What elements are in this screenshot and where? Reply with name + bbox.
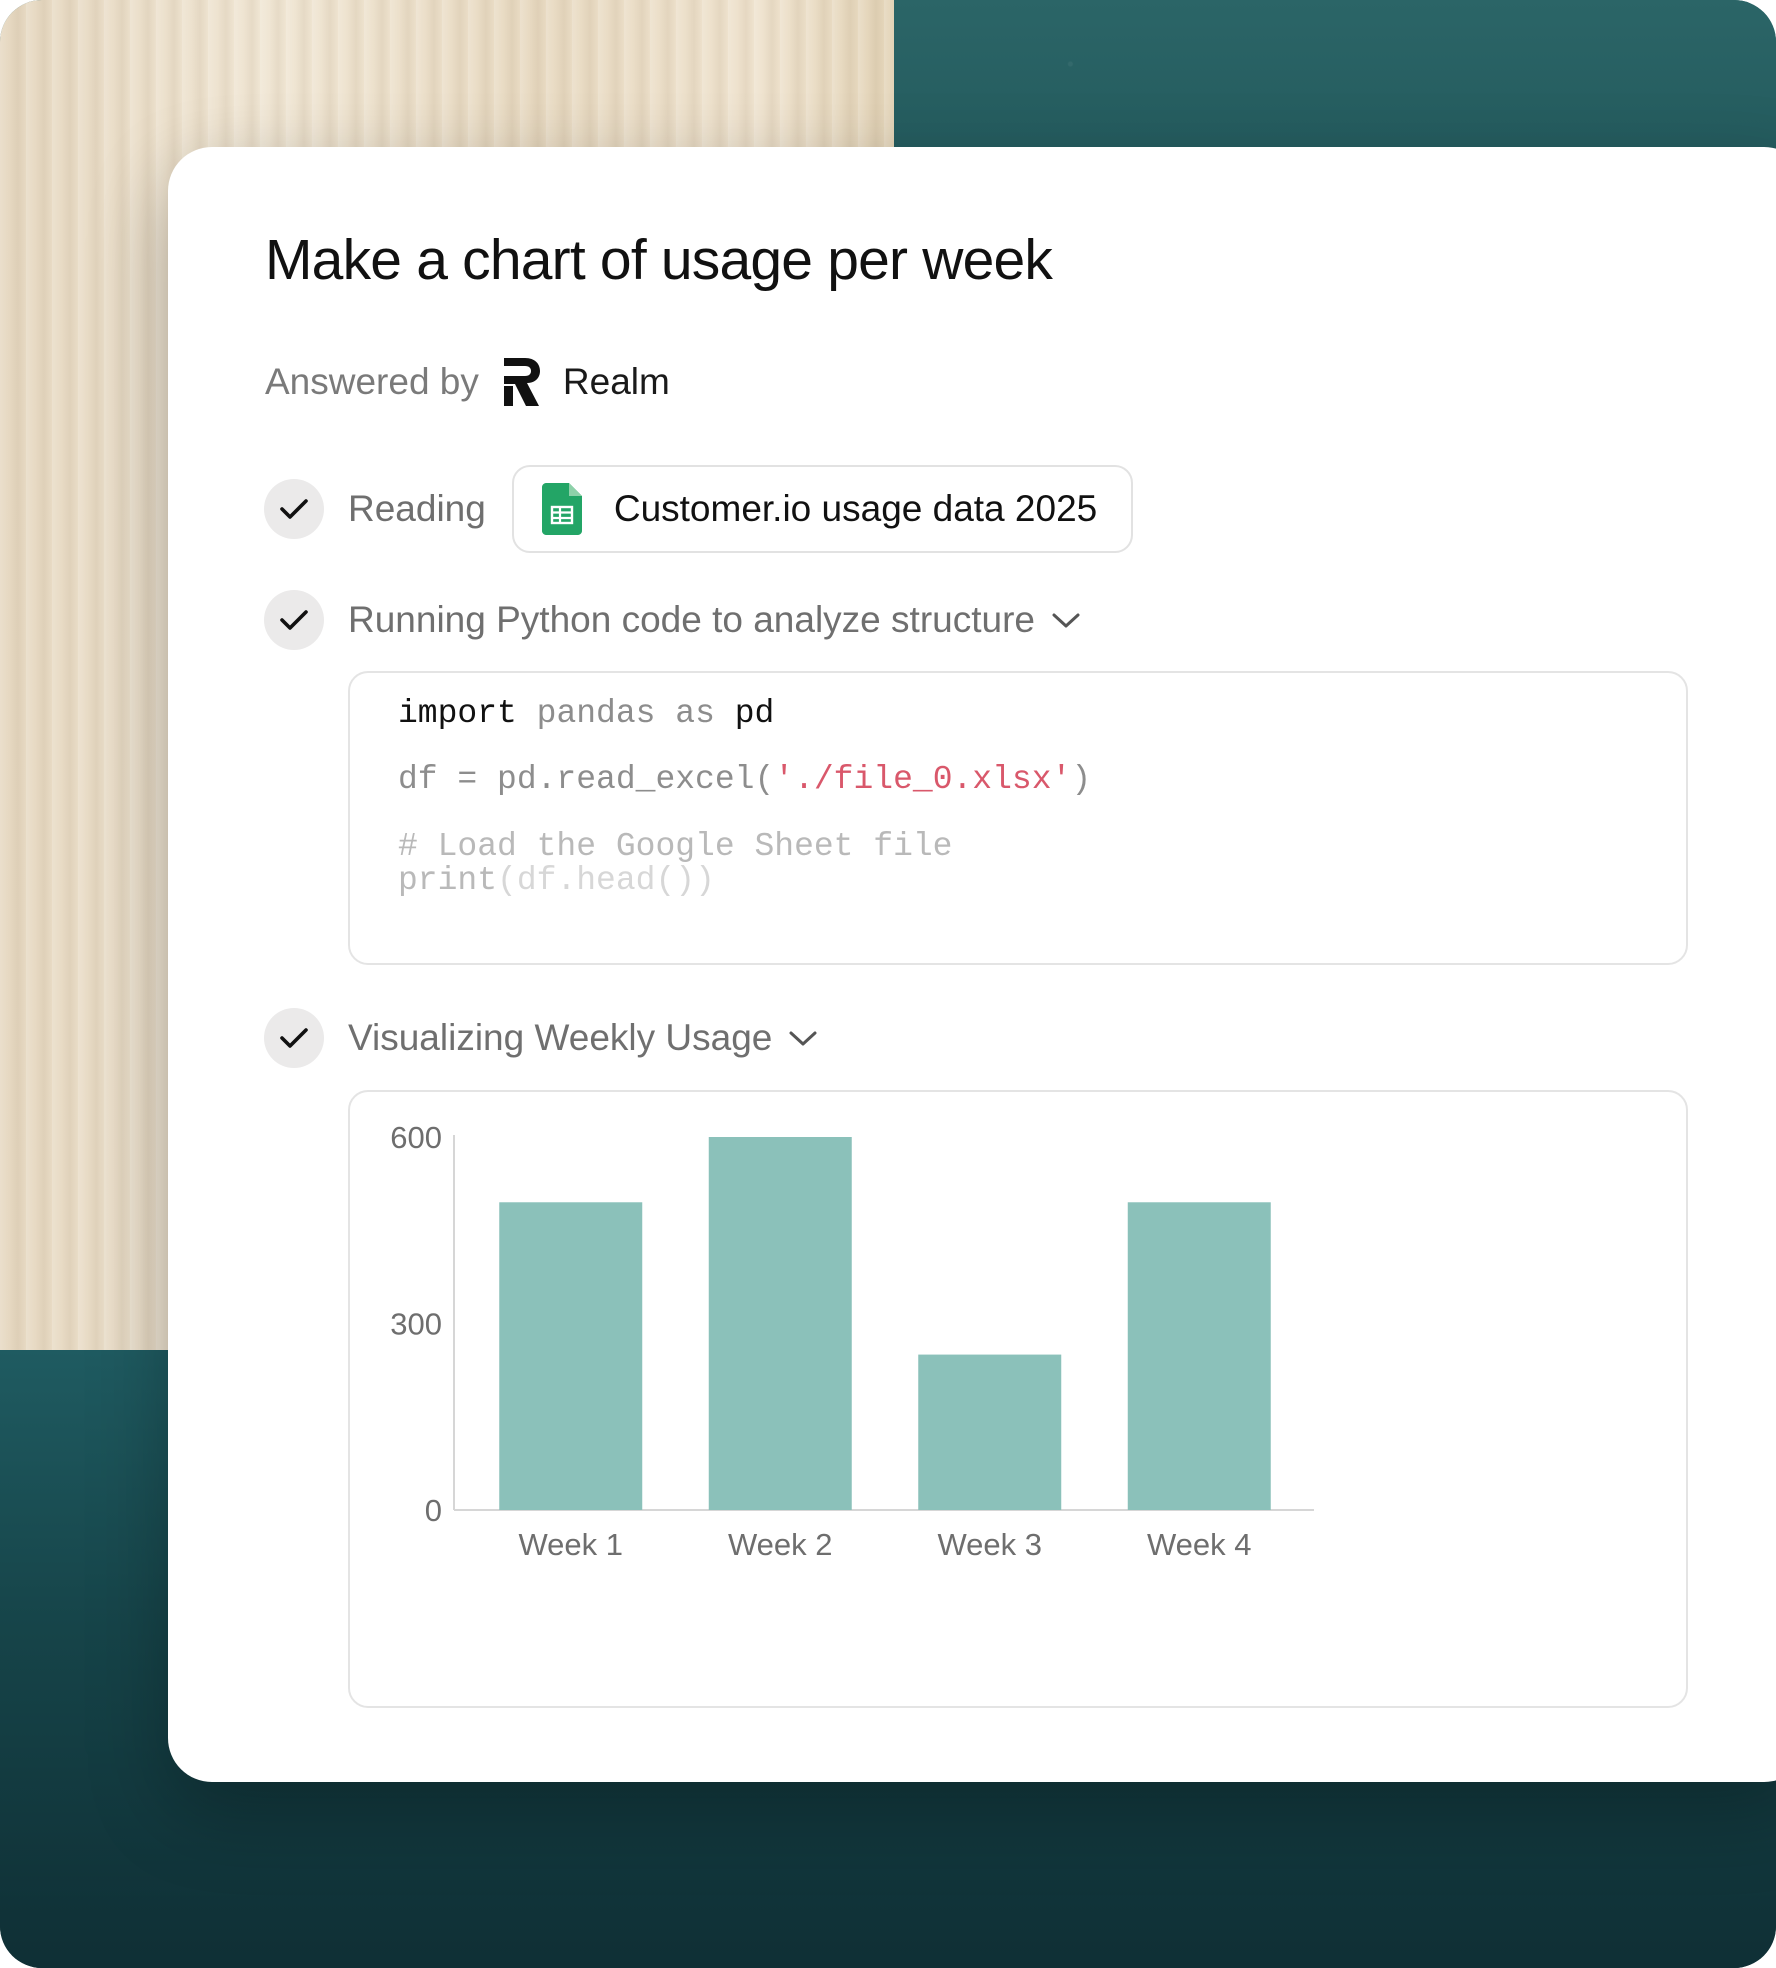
check-icon (264, 479, 324, 539)
x-tick-label: Week 2 (728, 1527, 833, 1562)
bar-chart: 0 300 600 Week 1 Week 2 Week 3 Week 4 (350, 1092, 1686, 1705)
code-line-import: import pandas as pd (398, 695, 774, 732)
step-label: Reading (348, 488, 486, 529)
step-label: Running Python code to analyze structure (348, 599, 1035, 640)
chevron-down-icon[interactable] (1051, 610, 1081, 630)
file-name: Customer.io usage data 2025 (613, 488, 1098, 529)
bar (918, 1354, 1062, 1510)
chart-svg: 0 300 600 Week 1 Week 2 Week 3 Week 4 (390, 1120, 1314, 1562)
chart-panel: 0 300 600 Week 1 Week 2 Week 3 Week 4 (348, 1090, 1688, 1708)
code-token: pandas (536, 695, 656, 732)
code-string: './file_0.xlsx' (774, 761, 1072, 798)
step-visualize[interactable]: Visualizing Weekly Usage (264, 1008, 818, 1068)
step-label: Visualizing Weekly Usage (348, 1017, 773, 1058)
code-line-comment: # Load the Google Sheet file (398, 828, 953, 865)
check-icon (264, 1008, 324, 1068)
prompt-title: Make a chart of usage per week (265, 228, 1053, 292)
check-icon (264, 590, 324, 650)
answer-card: Make a chart of usage per week Answered … (168, 147, 1776, 1782)
code-token: ) (1071, 761, 1092, 798)
y-tick-label: 0 (425, 1493, 442, 1528)
file-chip[interactable]: Customer.io usage data 2025 (511, 465, 1134, 553)
answered-by-label: Answered by (265, 361, 479, 402)
background: Make a chart of usage per week Answered … (0, 0, 1776, 1968)
code-token: import (398, 695, 517, 732)
x-tick-label: Week 1 (518, 1527, 623, 1562)
bar (1127, 1202, 1271, 1510)
code-token: df = pd.read_excel( (398, 761, 775, 798)
step-read-file: Reading Customer.io usage data 2025 (264, 465, 1134, 553)
step-run-python[interactable]: Running Python code to analyze structure (264, 590, 1081, 650)
background-wall (894, 0, 1776, 160)
chevron-down-icon[interactable] (788, 1028, 818, 1048)
bar (708, 1137, 852, 1510)
realm-logo-icon (503, 358, 540, 406)
x-tick-label: Week 3 (937, 1527, 1042, 1562)
google-sheets-icon (541, 483, 582, 535)
bar (499, 1202, 643, 1510)
code-block: import pandas as pd df = pd.read_excel('… (348, 671, 1688, 965)
code-token: print (398, 862, 498, 899)
y-tick-label: 300 (390, 1307, 442, 1342)
code-line-print: print(df.head()) (398, 862, 715, 899)
code-line-read-excel: df = pd.read_excel('./file_0.xlsx') (398, 761, 1091, 798)
y-tick-label: 600 (390, 1120, 442, 1155)
code-token: (df.head()) (497, 862, 715, 899)
answered-by-row: Answered by Realm (265, 352, 670, 412)
code-token: as (675, 695, 715, 732)
code-token: pd (734, 695, 775, 732)
x-tick-label: Week 4 (1147, 1527, 1252, 1562)
agent-name: Realm (562, 361, 670, 402)
